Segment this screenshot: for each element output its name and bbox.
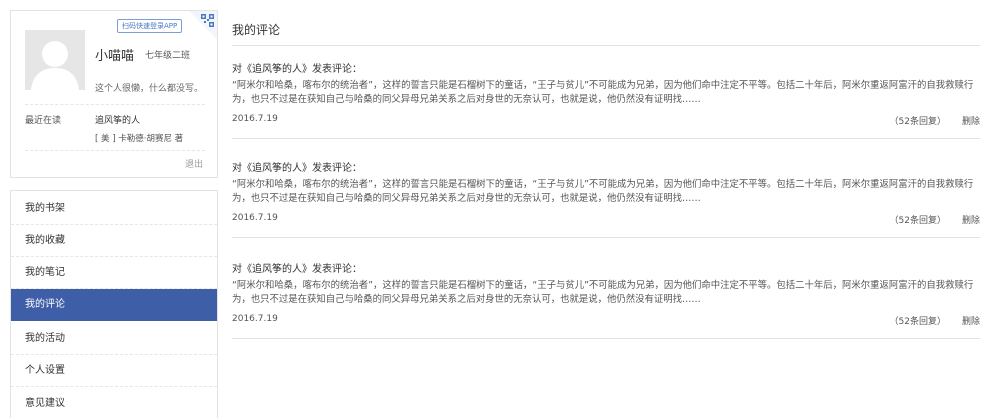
logout-link[interactable]: 退出 (185, 157, 203, 170)
comment-replies-link[interactable]: （52条回复） (890, 213, 946, 226)
menu-item-bookshelf[interactable]: 我的书架 (11, 193, 217, 225)
menu-item-comments[interactable]: 我的评论 (11, 289, 217, 321)
recent-reading-label: 最近在读 (25, 116, 62, 126)
comment-delete-link[interactable]: 删除 (962, 314, 980, 327)
comment-divider (232, 237, 980, 238)
profile-divider-bottom (25, 150, 205, 151)
user-signature: 这个人很懒，什么都没写。 (95, 84, 204, 94)
user-grade: 七年级二班 (145, 51, 191, 61)
page-title: 我的评论 (232, 23, 281, 37)
menu-item-notes[interactable]: 我的笔记 (11, 257, 217, 289)
menu-item-settings[interactable]: 个人设置 (11, 355, 217, 387)
comment-body[interactable]: “阿米尔和哈桑，喀布尔的统治者”，这样的誓言只能是石榴树下的童话，“王子与贫儿”… (232, 79, 980, 106)
side-menu: 我的书架 我的收藏 我的笔记 我的评论 我的活动 个人设置 意见建议 (10, 190, 218, 418)
comment-replies-link[interactable]: （52条回复） (890, 114, 946, 127)
menu-item-activities[interactable]: 我的活动 (11, 323, 217, 355)
comment-heading[interactable]: 对《追风筝的人》发表评论： (232, 260, 362, 275)
comment-divider (232, 338, 980, 339)
menu-item-feedback[interactable]: 意见建议 (11, 388, 217, 418)
comment-body[interactable]: “阿米尔和哈桑，喀布尔的统治者”，这样的誓言只能是石榴树下的童话，“王子与贫儿”… (232, 178, 980, 205)
title-divider (232, 45, 980, 46)
comment-body[interactable]: “阿米尔和哈桑，喀布尔的统治者”，这样的誓言只能是石榴树下的童话，“王子与贫儿”… (232, 279, 980, 306)
default-avatar-icon (25, 30, 85, 90)
profile-divider (25, 104, 205, 105)
comment-delete-link[interactable]: 删除 (962, 114, 980, 127)
recent-book-author: [ 美 ] 卡勒德·胡赛尼 著 (95, 134, 184, 144)
qr-login-badge[interactable]: 扫码快速登录APP (117, 19, 183, 33)
menu-item-favorites[interactable]: 我的收藏 (11, 225, 217, 257)
comment-date: 2016.7.19 (232, 213, 278, 223)
comment-delete-link[interactable]: 删除 (962, 213, 980, 226)
qr-code-icon[interactable] (189, 11, 217, 39)
comment-heading[interactable]: 对《追风筝的人》发表评论： (232, 159, 362, 174)
comment-replies-link[interactable]: （52条回复） (890, 314, 946, 327)
profile-card: 扫码快速登录APP 小喵喵 七年级二班 这个人很懒，什么都没写。 最近在读 追风… (10, 10, 218, 178)
recent-book-title[interactable]: 追风筝的人 (95, 113, 140, 126)
comment-heading[interactable]: 对《追风筝的人》发表评论： (232, 60, 362, 75)
avatar[interactable] (25, 30, 85, 90)
comment-divider (232, 138, 980, 139)
comment-date: 2016.7.19 (232, 314, 278, 324)
main-content: 我的评论 对《追风筝的人》发表评论： “阿米尔和哈桑，喀布尔的统治者”，这样的誓… (232, 0, 980, 418)
user-name: 小喵喵 (95, 49, 135, 64)
comment-date: 2016.7.19 (232, 114, 278, 124)
